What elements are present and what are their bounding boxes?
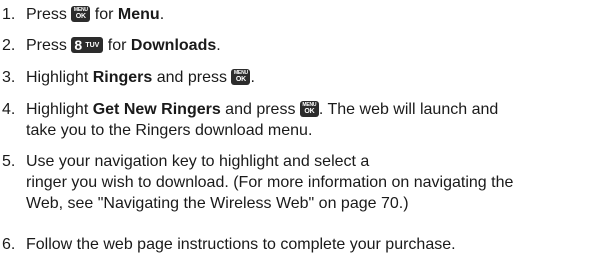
menu-ok-key-icon: MENU OK	[71, 6, 91, 22]
step-text: and press	[152, 69, 232, 86]
step-text: . The web will launch and	[318, 101, 499, 118]
step-text: .	[159, 6, 165, 23]
menu-ok-key-icon: MENU OK	[231, 69, 251, 85]
step-text: for	[90, 6, 118, 23]
step-number: 2.	[2, 37, 16, 54]
step-text: for	[103, 37, 131, 54]
instruction-page: 1. Press MENU OK for Menu. 2. Press 8 TUV …	[0, 0, 589, 270]
step-number: 3.	[2, 69, 16, 86]
step-text: .	[216, 37, 221, 54]
get-new-ringers-label: Get New Ringers	[92, 101, 221, 118]
menu-ok-key-icon: MENU OK	[299, 101, 319, 117]
step-text: Follow the web page instructions to comp…	[26, 236, 456, 253]
step-number: 1.	[2, 6, 16, 23]
step-text: ringer you wish to download. (For more i…	[26, 174, 514, 191]
eight-tuv-key-icon: 8 TUV	[71, 37, 104, 53]
step-text: take you to the Ringers download menu.	[26, 122, 313, 139]
step-text: Press	[26, 37, 72, 54]
step-text: Web, see "Navigating the Wireless Web" o…	[26, 195, 409, 212]
step-number: 4.	[2, 101, 16, 118]
step-text: and press	[220, 101, 300, 118]
step-text: .	[250, 69, 255, 86]
step-number: 5.	[2, 153, 16, 170]
step-text: Highlight	[26, 69, 93, 86]
step-text: Highlight	[26, 101, 93, 118]
menu-label: Menu	[117, 6, 160, 23]
downloads-label: Downloads	[130, 37, 217, 54]
step-number: 6.	[2, 236, 16, 253]
step-text: Press	[26, 6, 72, 23]
step-text: Use your navigation key to highlight and…	[26, 153, 370, 170]
ringers-label: Ringers	[92, 69, 153, 86]
